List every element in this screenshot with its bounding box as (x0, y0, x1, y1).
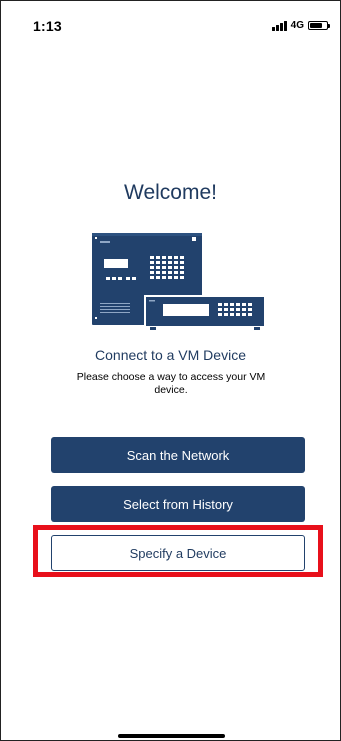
signal-icon (271, 20, 287, 31)
select-from-history-button[interactable]: Select from History (51, 486, 305, 522)
connect-title: Connect to a VM Device (95, 347, 246, 363)
highlight-box (33, 525, 323, 577)
scan-network-button[interactable]: Scan the Network (51, 437, 305, 473)
status-bar: 1:13 4G (1, 1, 340, 45)
network-type: 4G (290, 20, 304, 31)
welcome-title: Welcome! (124, 181, 217, 204)
app-screen: 1:13 4G Welcome! Connect to a VM Device … (0, 0, 341, 741)
vm-device-illustration (92, 233, 266, 330)
status-indicators: 4G (271, 20, 330, 31)
battery-icon (308, 21, 330, 30)
home-indicator[interactable] (118, 734, 225, 738)
status-time: 1:13 (33, 18, 62, 34)
connect-description: Please choose a way to access your VM de… (76, 371, 266, 396)
